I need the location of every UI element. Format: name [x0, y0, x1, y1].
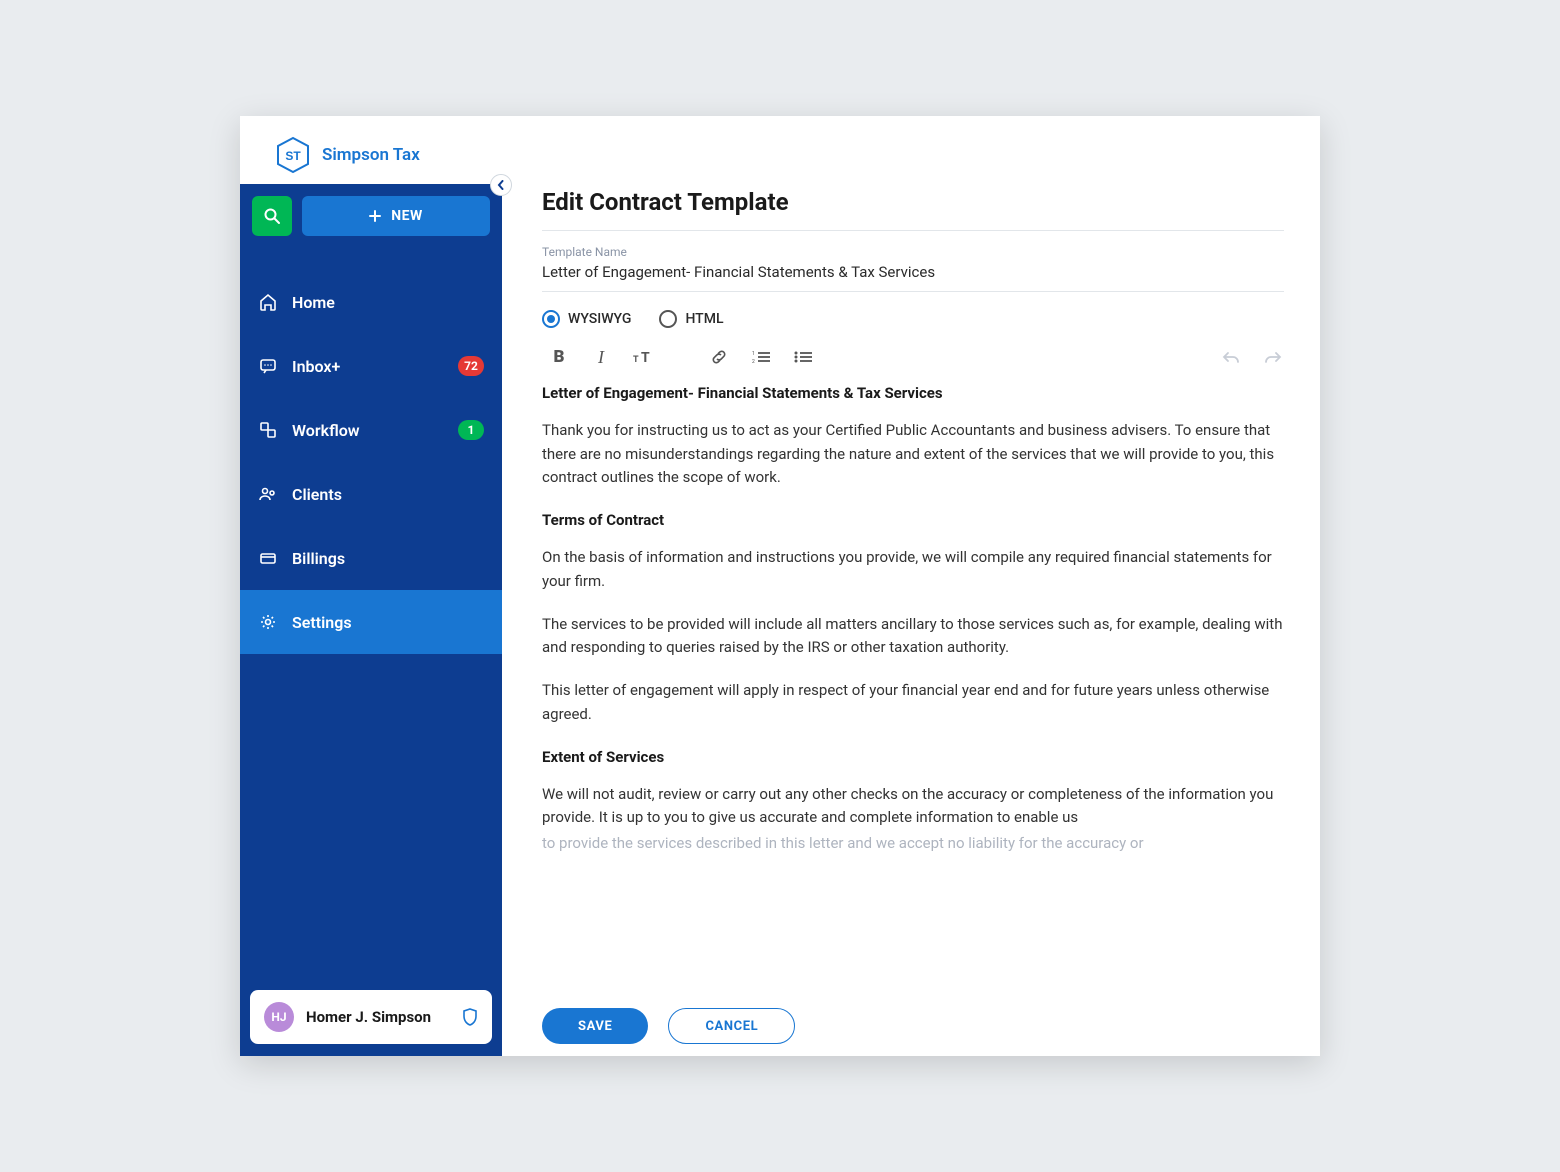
home-icon: [258, 293, 278, 311]
doc-paragraph: The services to be provided will include…: [542, 613, 1284, 660]
text-size-button[interactable]: TT: [632, 346, 654, 368]
workflow-icon: [258, 421, 278, 439]
sidebar-collapse-button[interactable]: [490, 174, 512, 196]
new-button-label: NEW: [391, 208, 423, 224]
clients-icon: [258, 485, 278, 503]
editor-content[interactable]: Letter of Engagement- Financial Statemen…: [542, 378, 1284, 1000]
main-panel: Edit Contract Template Template Name Let…: [502, 184, 1320, 1056]
chevron-left-icon: [496, 180, 506, 190]
link-button[interactable]: [708, 346, 730, 368]
nav-label: Inbox+: [292, 357, 340, 376]
inbox-badge: 72: [458, 356, 484, 376]
radio-wysiwyg[interactable]: WYSIWYG: [542, 310, 631, 328]
nav-item-home[interactable]: Home: [240, 270, 502, 334]
save-button[interactable]: SAVE: [542, 1008, 648, 1044]
brand-name: Simpson Tax: [322, 145, 420, 165]
doc-paragraph: This letter of engagement will apply in …: [542, 679, 1284, 726]
nav-item-inbox[interactable]: Inbox+ 72: [240, 334, 502, 398]
brand-header: ST Simpson Tax: [240, 116, 1320, 184]
doc-paragraph: We will not audit, review or carry out a…: [542, 783, 1284, 830]
doc-heading: Extent of Services: [542, 746, 1284, 769]
user-name: Homer J. Simpson: [306, 1008, 450, 1026]
doc-paragraph-faded: to provide the services described in thi…: [542, 832, 1284, 855]
brand-logo: ST: [276, 136, 310, 174]
avatar: HJ: [264, 1002, 294, 1032]
undo-button[interactable]: [1220, 346, 1242, 368]
redo-button[interactable]: [1262, 346, 1284, 368]
nav-item-settings[interactable]: Settings: [240, 590, 502, 654]
page-title: Edit Contract Template: [542, 184, 1284, 231]
user-card[interactable]: HJ Homer J. Simpson: [250, 990, 492, 1044]
plus-icon: [369, 210, 381, 222]
doc-paragraph: Thank you for instructing us to act as y…: [542, 419, 1284, 489]
template-name-field[interactable]: Template Name Letter of Engagement- Fina…: [542, 231, 1284, 292]
workflow-badge: 1: [458, 420, 484, 440]
template-name-value: Letter of Engagement- Financial Statemen…: [542, 263, 1284, 281]
italic-button[interactable]: I: [590, 346, 612, 368]
nav-label: Workflow: [292, 421, 360, 440]
nav-item-workflow[interactable]: Workflow 1: [240, 398, 502, 462]
doc-paragraph: On the basis of information and instruct…: [542, 546, 1284, 593]
doc-heading: Terms of Contract: [542, 509, 1284, 532]
search-icon: [263, 207, 281, 225]
search-button[interactable]: [252, 196, 292, 236]
nav-item-clients[interactable]: Clients: [240, 462, 502, 526]
svg-text:T: T: [633, 355, 639, 365]
unordered-list-button[interactable]: [792, 346, 814, 368]
shield-icon: [462, 1008, 478, 1026]
bold-button[interactable]: B: [548, 346, 570, 368]
app-window: ST Simpson Tax NEW: [240, 116, 1320, 1056]
radio-html[interactable]: HTML: [659, 310, 723, 328]
nav-label: Billings: [292, 549, 345, 568]
new-button[interactable]: NEW: [302, 196, 490, 236]
billing-icon: [258, 549, 278, 567]
gear-icon: [258, 613, 278, 631]
editor-mode-radios: WYSIWYG HTML: [542, 292, 1284, 336]
radio-label: HTML: [685, 311, 723, 327]
svg-text:1: 1: [752, 351, 755, 357]
svg-text:2: 2: [752, 359, 755, 364]
sidebar: NEW Home Inbox+ 72: [240, 184, 502, 1056]
doc-heading: Letter of Engagement- Financial Statemen…: [542, 382, 1284, 405]
editor-toolbar: B I TT 12: [542, 336, 1284, 378]
nav: Home Inbox+ 72 Workflow 1: [240, 270, 502, 654]
action-row: SAVE CANCEL: [542, 1000, 1284, 1056]
radio-dot-on-icon: [542, 310, 560, 328]
nav-label: Settings: [292, 613, 352, 632]
nav-label: Home: [292, 293, 335, 312]
chat-icon: [258, 357, 278, 375]
nav-label: Clients: [292, 485, 342, 504]
radio-dot-off-icon: [659, 310, 677, 328]
template-name-label: Template Name: [542, 245, 1284, 259]
ordered-list-button[interactable]: 12: [750, 346, 772, 368]
nav-item-billings[interactable]: Billings: [240, 526, 502, 590]
cancel-button[interactable]: CANCEL: [668, 1008, 795, 1044]
brand-code: ST: [285, 149, 301, 163]
radio-label: WYSIWYG: [568, 311, 631, 327]
svg-text:T: T: [641, 350, 650, 365]
